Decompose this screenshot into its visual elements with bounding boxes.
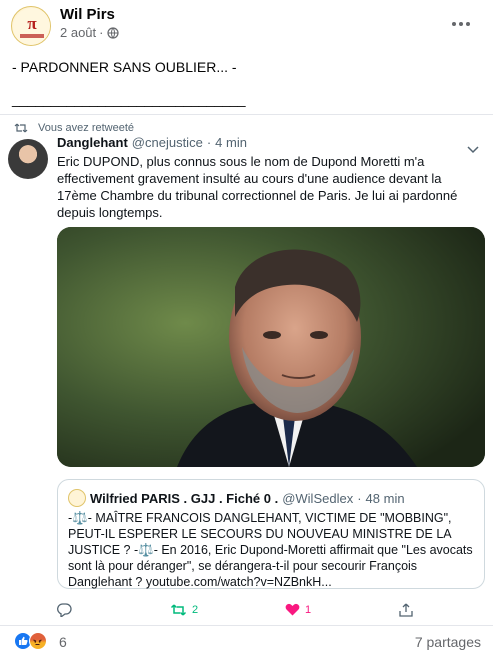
tweet-author-name[interactable]: Danglehant xyxy=(57,135,128,150)
tweet-header: Danglehant @cnejustice · 4 min xyxy=(57,135,457,150)
retweet-icon xyxy=(170,604,187,616)
quoted-tweet[interactable]: Wilfried PARIS . GJJ . Fiché 0 . @WilSed… xyxy=(57,479,485,589)
tweet-actions: 2 1 xyxy=(57,603,457,623)
more-options-button[interactable] xyxy=(449,12,473,36)
dot-icon xyxy=(459,22,463,26)
heart-icon xyxy=(285,603,300,616)
like-button[interactable]: 1 xyxy=(285,603,311,616)
reply-icon xyxy=(57,603,72,617)
reaction-count[interactable]: 6 xyxy=(59,634,67,650)
retweet-button[interactable]: 2 xyxy=(170,603,198,617)
post-text: - PARDONNER SANS OUBLIER... - __________… xyxy=(12,58,482,122)
retweet-notice: Vous avez retweeté xyxy=(14,122,135,134)
retweet-label: Vous avez retweeté xyxy=(38,122,135,134)
tweet-time[interactable]: 4 min xyxy=(215,135,247,150)
post-date[interactable]: 2 août xyxy=(60,25,96,40)
shares-count[interactable]: 7 partages xyxy=(415,634,481,650)
tweet-separator: · xyxy=(206,135,212,150)
post-text-line: - PARDONNER SANS OUBLIER... - xyxy=(12,59,237,75)
reaction-icons[interactable] xyxy=(14,632,47,650)
globe-icon xyxy=(106,26,119,39)
tweet-photo[interactable] xyxy=(57,227,485,467)
dot-icon xyxy=(466,22,470,26)
retweet-icon xyxy=(14,123,28,133)
quoted-author-handle[interactable]: @WilSedlex xyxy=(282,491,353,506)
quoted-author-avatar[interactable] xyxy=(68,489,86,507)
embedded-tweet[interactable]: Vous avez retweeté Danglehant @cnejustic… xyxy=(0,114,493,626)
post-meta: 2 août · xyxy=(60,25,119,40)
dot-icon xyxy=(452,22,456,26)
quoted-time[interactable]: 48 min xyxy=(366,491,405,506)
like-count: 1 xyxy=(305,603,312,616)
quoted-author-name[interactable]: Wilfried PARIS . GJJ . Fiché 0 . xyxy=(90,491,278,506)
author-avatar[interactable]: π xyxy=(11,6,51,46)
share-icon xyxy=(399,603,413,617)
quoted-separator: · xyxy=(357,490,362,506)
tweet-author-handle[interactable]: @cnejustice xyxy=(132,135,203,150)
angry-reaction-icon xyxy=(29,632,47,650)
post-author-name[interactable]: Wil Pirs xyxy=(60,6,115,23)
quoted-tweet-header: Wilfried PARIS . GJJ . Fiché 0 . @WilSed… xyxy=(68,489,405,507)
tweet-text: Eric DUPOND, plus connus sous le nom de … xyxy=(57,154,458,220)
meta-separator: · xyxy=(99,25,104,40)
tweet-author-avatar[interactable] xyxy=(8,139,48,179)
reactions-bar: 6 7 partages xyxy=(14,632,481,654)
retweet-count: 2 xyxy=(192,604,199,616)
share-tweet-button[interactable] xyxy=(399,603,413,617)
reply-button[interactable] xyxy=(57,603,72,617)
post-text-line: ______________________________ xyxy=(12,91,246,107)
svg-text:π: π xyxy=(27,14,37,33)
post-header: π Wil Pirs 2 août · xyxy=(0,0,493,48)
quoted-tweet-text: -⚖️- MAÎTRE FRANCOIS DANGLEHANT, VICTIME… xyxy=(68,511,473,589)
